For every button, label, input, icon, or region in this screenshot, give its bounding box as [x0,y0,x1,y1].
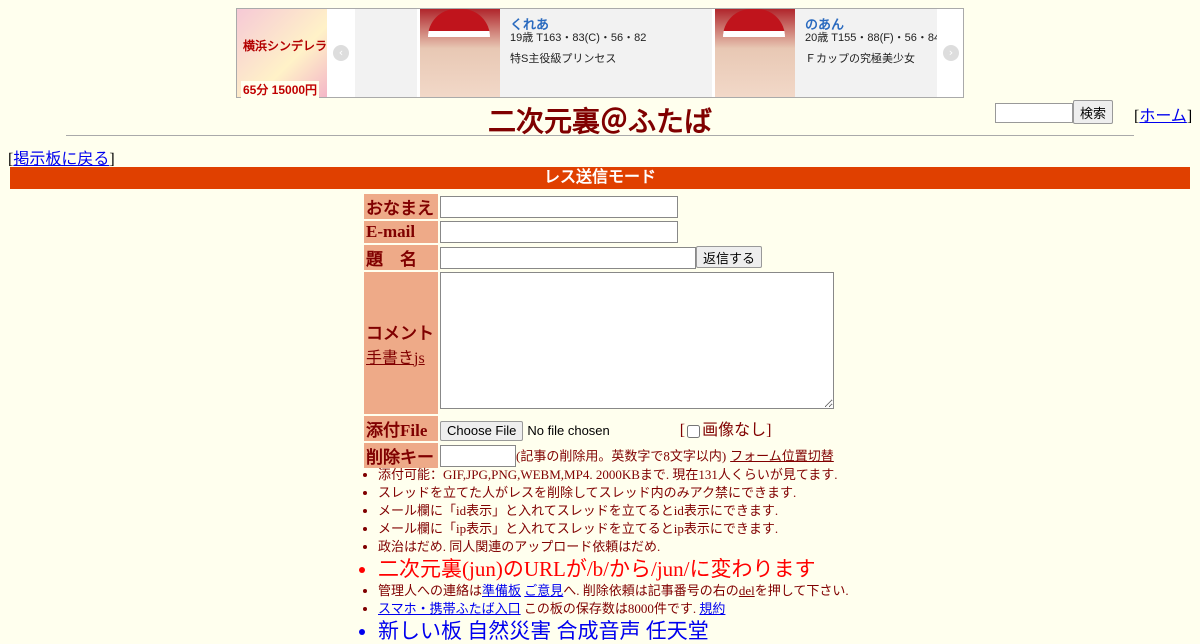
submit-reply-button[interactable]: 返信する [696,246,763,268]
comment-textarea[interactable] [440,272,834,409]
name-field[interactable] [440,195,678,218]
delete-key-note: (記事の削除用。英数字で8文字以内) [516,448,727,463]
contact-text: 管理人への連絡は [378,583,483,598]
list-item: 管理人への連絡は準備板 ご意見へ. 削除依頼は記事番号の右のdelを押して下さい… [378,582,849,600]
reply-form: おなまえ E-mail 題 名 返信する コメント 手書きjs 添付File C… [362,192,836,470]
press-text: を押して下さい. [754,583,849,598]
bracket-close: ] [109,151,115,168]
bracket-open: [ [679,422,686,440]
search-button[interactable]: 検索 [1073,100,1114,124]
profile-photo [715,9,795,97]
home-link[interactable]: ホーム [1139,108,1187,125]
chevron-right-icon[interactable]: › [943,45,959,61]
new-boards-item[interactable]: 新しい板 自然災害 合成音声 任天堂 [378,618,849,644]
no-image-checkbox[interactable] [687,425,701,439]
comment-label: コメント [366,323,434,343]
list-item: 添付可能：GIF,JPG,PNG,WEBM,MP4. 2000KBまで. 現在1… [378,466,849,484]
list-item: メール欄に「ip表示」と入れてスレッドを立てるとip表示にできます. [378,520,849,538]
card-tagline: Ｆカップの究極美少女 [805,53,915,65]
storage-count-text: この板の保存数は8000件です. [523,601,697,616]
reply-mode-bar: レス送信モード [10,167,1190,189]
ad-image[interactable]: 横浜シンデレラ 65分 15000円 [237,9,328,98]
choose-file-button[interactable]: Choose File [440,420,524,441]
card-tagline: 特S主役級プリンセス [510,53,617,65]
email-label: E-mail [364,221,438,243]
bracket-close: ] [1186,108,1193,125]
delete-request-text: へ. 削除依頼は記事番号の右の [563,583,739,598]
terms-link[interactable]: 規約 [699,601,725,616]
card-spec: 19歳 T163・83(C)・56・82 [510,32,647,44]
form-position-toggle-link[interactable]: フォーム位置切替 [730,448,834,463]
notice-list: 添付可能：GIF,JPG,PNG,WEBM,MP4. 2000KBまで. 現在1… [360,466,849,644]
ad-banner[interactable]: 横浜シンデレラ 65分 15000円 ‹ くれあ 19歳 T163・83(C)・… [236,8,964,98]
banner-card[interactable]: くれあ 19歳 T163・83(C)・56・82 特S主役級プリンセス [420,9,712,97]
list-item: スマホ・携帯ふたば入口 この板の保存数は8000件です. 規約 [378,600,849,618]
file-label: 添付File [364,416,438,441]
no-image-option: [ 画像なし] [680,422,772,439]
handwrite-link[interactable]: 手書きjs [366,350,425,367]
home-link-wrap: [ホーム] [1134,102,1192,126]
list-item: メール欄に「id表示」と入れてスレッドを立てるとid表示にできます. [378,502,849,520]
url-change-notice: 二次元裏(jun)のURLが/b/から/jun/に変わります [378,556,849,582]
search-input[interactable] [995,103,1073,123]
list-item: スレッドを立てた人がレスを削除してスレッド内のみアク禁にできます. [378,484,849,502]
del-link[interactable]: del [739,583,755,598]
banner-blank-panel [355,9,417,97]
name-label: おなまえ [364,194,438,219]
delete-key-field[interactable] [440,444,516,467]
chevron-left-icon[interactable]: ‹ [333,45,349,61]
divider [66,135,1134,136]
file-status: No file chosen [527,423,610,439]
feedback-link[interactable]: ご意見 [524,583,563,598]
email-field[interactable] [440,221,678,243]
ad-shop-name: 横浜シンデレラ [243,39,328,53]
list-item: 政治はだめ. 同人関連のアップロード依頼はだめ. [378,538,849,556]
no-image-label: 画像なし] [702,422,772,440]
back-to-board-link[interactable]: 掲示板に戻る [13,151,109,168]
back-link-wrap: [掲示板に戻る] [8,145,115,169]
card-spec: 20歳 T155・88(F)・56・84 [805,32,937,44]
delete-key-label: 削除キー [364,443,438,468]
profile-photo [420,9,500,97]
subject-field[interactable] [440,247,696,269]
mobile-entrance-link[interactable]: スマホ・携帯ふたば入口 [378,601,521,616]
prep-board-link[interactable]: 準備板 [482,583,521,598]
search-form: 検索 [995,100,1114,124]
comment-label-cell: コメント 手書きjs [364,272,438,414]
ad-price: 65分 15000円 [241,81,320,98]
banner-card[interactable]: のあん 20歳 T155・88(F)・56・84 Ｆカップの究極美少女 [715,9,937,97]
subject-label: 題 名 [364,245,438,270]
